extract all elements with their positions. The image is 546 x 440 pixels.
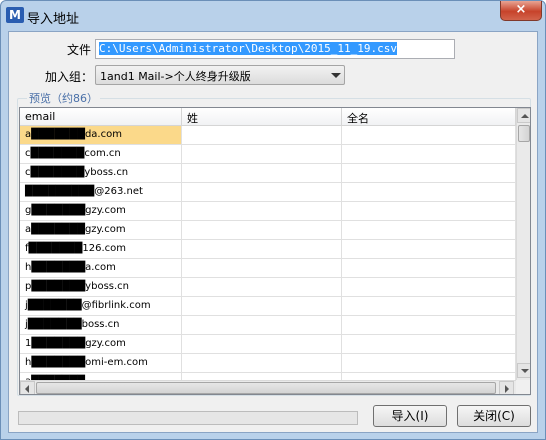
last-name-cell[interactable] xyxy=(182,145,342,164)
full-name-cell[interactable] xyxy=(342,164,516,183)
last-name-cell[interactable] xyxy=(182,183,342,202)
email-cell[interactable]: 1███████gzy.com xyxy=(20,335,182,354)
email-cell[interactable]: j███████@fibrlink.com xyxy=(20,297,182,316)
table-row[interactable]: █████████@263.net xyxy=(20,183,516,202)
scroll-right-button[interactable] xyxy=(499,381,514,394)
email-cell[interactable]: h███████a.com xyxy=(20,259,182,278)
chevron-up-icon xyxy=(521,114,529,118)
column-header-last-name[interactable]: 姓 xyxy=(182,108,342,126)
email-cell[interactable]: p███████yboss.cn xyxy=(20,278,182,297)
table-row[interactable]: j███████boss.cn xyxy=(20,316,516,335)
table-row[interactable]: a███████da.com xyxy=(20,126,516,145)
vertical-scroll-thumb[interactable] xyxy=(518,125,530,142)
table-row[interactable]: c███████yboss.cn xyxy=(20,164,516,183)
table-row[interactable]: f███████126.com xyxy=(20,240,516,259)
email-cell[interactable]: j███████boss.cn xyxy=(20,316,182,335)
scrollbar-corner xyxy=(516,380,530,394)
preview-legend: 预览（约86） xyxy=(27,90,100,106)
chevron-left-icon xyxy=(25,385,29,393)
table-row[interactable]: h███████omi-em.com xyxy=(20,354,516,373)
close-button[interactable]: 关闭(C) xyxy=(457,405,531,427)
last-name-cell[interactable] xyxy=(182,297,342,316)
email-cell[interactable]: c███████com.cn xyxy=(20,145,182,164)
full-name-cell[interactable] xyxy=(342,316,516,335)
full-name-cell[interactable] xyxy=(342,240,516,259)
column-header-email[interactable]: email xyxy=(20,108,182,126)
email-cell[interactable]: a███████gzy.com xyxy=(20,221,182,240)
dialog-body: 文件 C:\Users\Administrator\Desktop\2015_1… xyxy=(8,31,538,433)
last-name-cell[interactable] xyxy=(182,126,342,145)
last-name-cell[interactable] xyxy=(182,221,342,240)
last-name-cell[interactable] xyxy=(182,259,342,278)
chevron-right-icon xyxy=(505,385,509,393)
import-address-dialog: M 导入地址 × 文件 C:\Users\Administrator\Deskt… xyxy=(0,0,546,440)
last-name-cell[interactable] xyxy=(182,354,342,373)
grid-header: email 姓 全名 xyxy=(20,108,530,126)
title-bar[interactable]: M 导入地址 × xyxy=(1,1,545,31)
last-name-cell[interactable] xyxy=(182,316,342,335)
scroll-down-button[interactable] xyxy=(517,363,530,378)
horizontal-scrollbar[interactable] xyxy=(20,380,516,394)
email-cell[interactable]: f███████126.com xyxy=(20,240,182,259)
full-name-cell[interactable] xyxy=(342,297,516,316)
full-name-cell[interactable] xyxy=(342,354,516,373)
table-row[interactable]: 1███████gzy.com xyxy=(20,335,516,354)
group-label: 加入组： xyxy=(45,70,94,84)
preview-grid: email 姓 全名 a███████da.com c███████com.cn xyxy=(19,107,531,395)
last-name-cell[interactable] xyxy=(182,335,342,354)
file-path-value: C:\Users\Administrator\Desktop\2015_11_1… xyxy=(99,42,398,55)
email-cell[interactable]: a███████da.com xyxy=(20,126,182,145)
last-name-cell[interactable] xyxy=(182,164,342,183)
full-name-cell[interactable] xyxy=(342,145,516,164)
file-path-input[interactable]: C:\Users\Administrator\Desktop\2015_11_1… xyxy=(95,39,455,59)
email-cell[interactable]: █████████@263.net xyxy=(20,183,182,202)
scroll-left-button[interactable] xyxy=(20,381,35,394)
group-select[interactable]: 1and1 Mail->个人终身升级版 xyxy=(95,65,345,85)
table-row[interactable]: h███████a.com xyxy=(20,259,516,278)
full-name-cell[interactable] xyxy=(342,259,516,278)
full-name-cell[interactable] xyxy=(342,335,516,354)
grid-rows: a███████da.com c███████com.cn c███████yb… xyxy=(20,126,516,392)
window-title: 导入地址 xyxy=(27,12,80,27)
table-row[interactable]: g███████gzy.com xyxy=(20,202,516,221)
last-name-cell[interactable] xyxy=(182,202,342,221)
last-name-cell[interactable] xyxy=(182,278,342,297)
chevron-down-icon[interactable] xyxy=(331,73,341,78)
email-cell[interactable]: h███████omi-em.com xyxy=(20,354,182,373)
email-cell[interactable]: g███████gzy.com xyxy=(20,202,182,221)
file-label: 文件 xyxy=(67,43,92,57)
table-row[interactable]: c███████com.cn xyxy=(20,145,516,164)
import-progress-bar xyxy=(18,411,358,425)
full-name-cell[interactable] xyxy=(342,221,516,240)
email-cell[interactable]: c███████yboss.cn xyxy=(20,164,182,183)
column-header-full-name[interactable]: 全名 xyxy=(342,108,516,126)
vertical-scrollbar[interactable] xyxy=(516,108,530,380)
full-name-cell[interactable] xyxy=(342,202,516,221)
table-row[interactable]: a███████gzy.com xyxy=(20,221,516,240)
last-name-cell[interactable] xyxy=(182,240,342,259)
import-button[interactable]: 导入(I) xyxy=(373,405,447,427)
app-logo-icon: M xyxy=(6,7,24,23)
chevron-down-icon xyxy=(521,369,529,373)
full-name-cell[interactable] xyxy=(342,183,516,202)
full-name-cell[interactable] xyxy=(342,278,516,297)
table-row[interactable]: p███████yboss.cn xyxy=(20,278,516,297)
window-close-button[interactable]: × xyxy=(500,1,542,21)
full-name-cell[interactable] xyxy=(342,126,516,145)
horizontal-scroll-thumb[interactable] xyxy=(36,382,496,394)
scroll-up-button[interactable] xyxy=(517,108,530,123)
table-row[interactable]: j███████@fibrlink.com xyxy=(20,297,516,316)
